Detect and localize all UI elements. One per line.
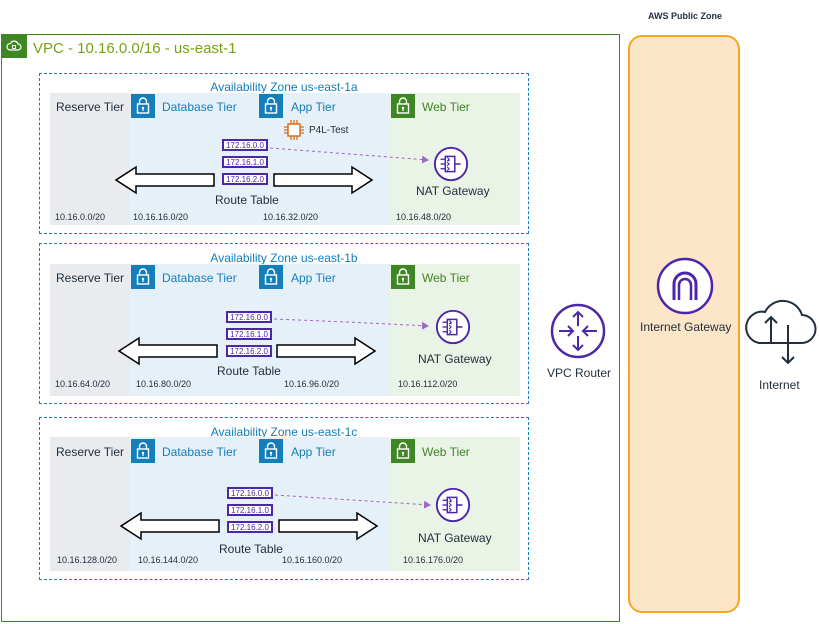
internet-gateway-label: Internet Gateway <box>640 320 732 334</box>
public-zone-title: AWS Public Zone <box>647 11 722 21</box>
vpc-router-label: VPC Router <box>547 366 612 380</box>
internet-cloud-icon <box>741 295 819 365</box>
vpc-router-icon <box>549 302 607 360</box>
internet-label: Internet <box>759 378 800 392</box>
internet-gateway-icon <box>655 256 715 316</box>
